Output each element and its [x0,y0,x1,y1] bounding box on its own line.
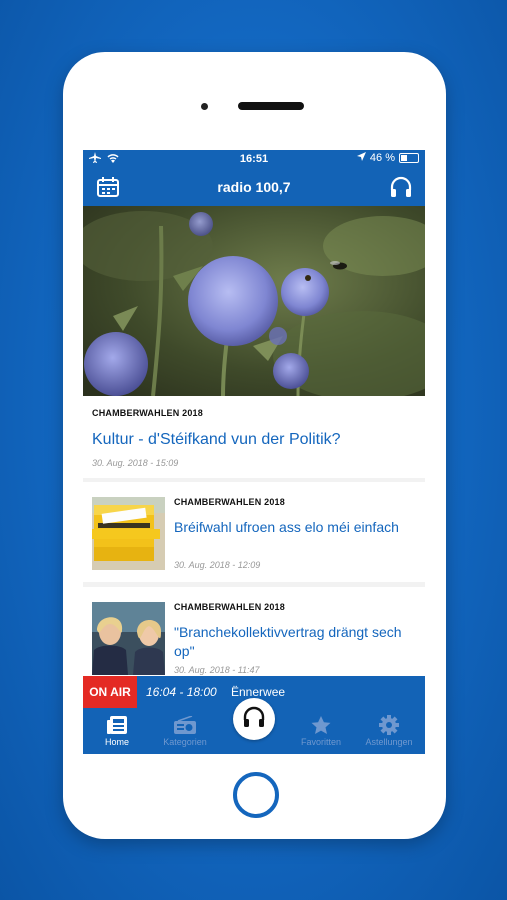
on-air-badge: ON AIR [83,676,137,708]
tab-label: Astellungen [365,737,413,747]
nav-bar: radio 100,7 [83,168,425,206]
play-headphones-button[interactable] [233,698,275,740]
news-feed[interactable]: CHAMBERWAHLEN 2018 Kultur - d'Stéifkand … [83,206,425,687]
article-date: 30. Aug. 2018 - 11:47 [174,665,260,675]
article-category: CHAMBERWAHLEN 2018 [174,602,285,612]
article-thumbnail [92,497,165,570]
front-camera [201,103,208,110]
radio-icon [174,715,196,735]
article-headline[interactable]: "Branchekollektivvertrag drängt sech op" [174,623,419,661]
article-category: CHAMBERWAHLEN 2018 [174,497,285,507]
news-icon [107,715,127,735]
hero-date: 30. Aug. 2018 - 15:09 [92,458,179,468]
headphones-icon [242,706,266,733]
star-icon [311,715,331,735]
status-bar: 16:51 46 % [83,150,425,168]
tab-bar: Home Kategorien Favoritten Astellungen [83,698,425,754]
article-card[interactable]: CHAMBERWAHLEN 2018 "Branchekollektivvert… [83,587,425,687]
article-card[interactable]: CHAMBERWAHLEN 2018 Bréifwahl ufroen ass … [83,482,425,582]
location-arrow-icon [356,152,366,164]
tab-favoritten[interactable]: Favoritten [287,708,355,754]
article-headline[interactable]: Bréifwahl ufroen ass elo méi einfach [174,518,419,537]
tab-astellungen[interactable]: Astellungen [355,708,423,754]
app-screen: 16:51 46 % radio 100,7 CHAMBERWAHLEN 201… [83,150,425,754]
tab-kategorien[interactable]: Kategorien [151,708,219,754]
tab-label: Home [104,737,129,747]
hero-headline[interactable]: Kultur - d'Stéifkand vun der Politik? [92,430,341,449]
battery-icon [399,153,419,163]
battery-percent: 46 % [369,152,395,164]
home-button[interactable] [233,772,279,818]
on-air-time: 16:04 - 18:00 [146,685,217,699]
app-title: radio 100,7 [217,179,291,195]
headphones-icon[interactable] [389,176,413,203]
hero-article[interactable]: CHAMBERWAHLEN 2018 Kultur - d'Stéifkand … [83,396,425,478]
tab-home[interactable]: Home [83,708,151,754]
gear-icon [379,715,399,735]
article-date: 30. Aug. 2018 - 12:09 [174,560,261,570]
phone-frame: 16:51 46 % radio 100,7 CHAMBERWAHLEN 201… [63,52,446,839]
hero-image[interactable] [83,206,425,396]
on-air-show: Ënnerwee [231,685,286,699]
tab-label: Favoritten [300,737,342,747]
hero-category: CHAMBERWAHLEN 2018 [92,408,203,418]
tab-label: Kategorien [163,737,207,747]
article-thumbnail [92,602,165,675]
earpiece-speaker [238,102,304,110]
